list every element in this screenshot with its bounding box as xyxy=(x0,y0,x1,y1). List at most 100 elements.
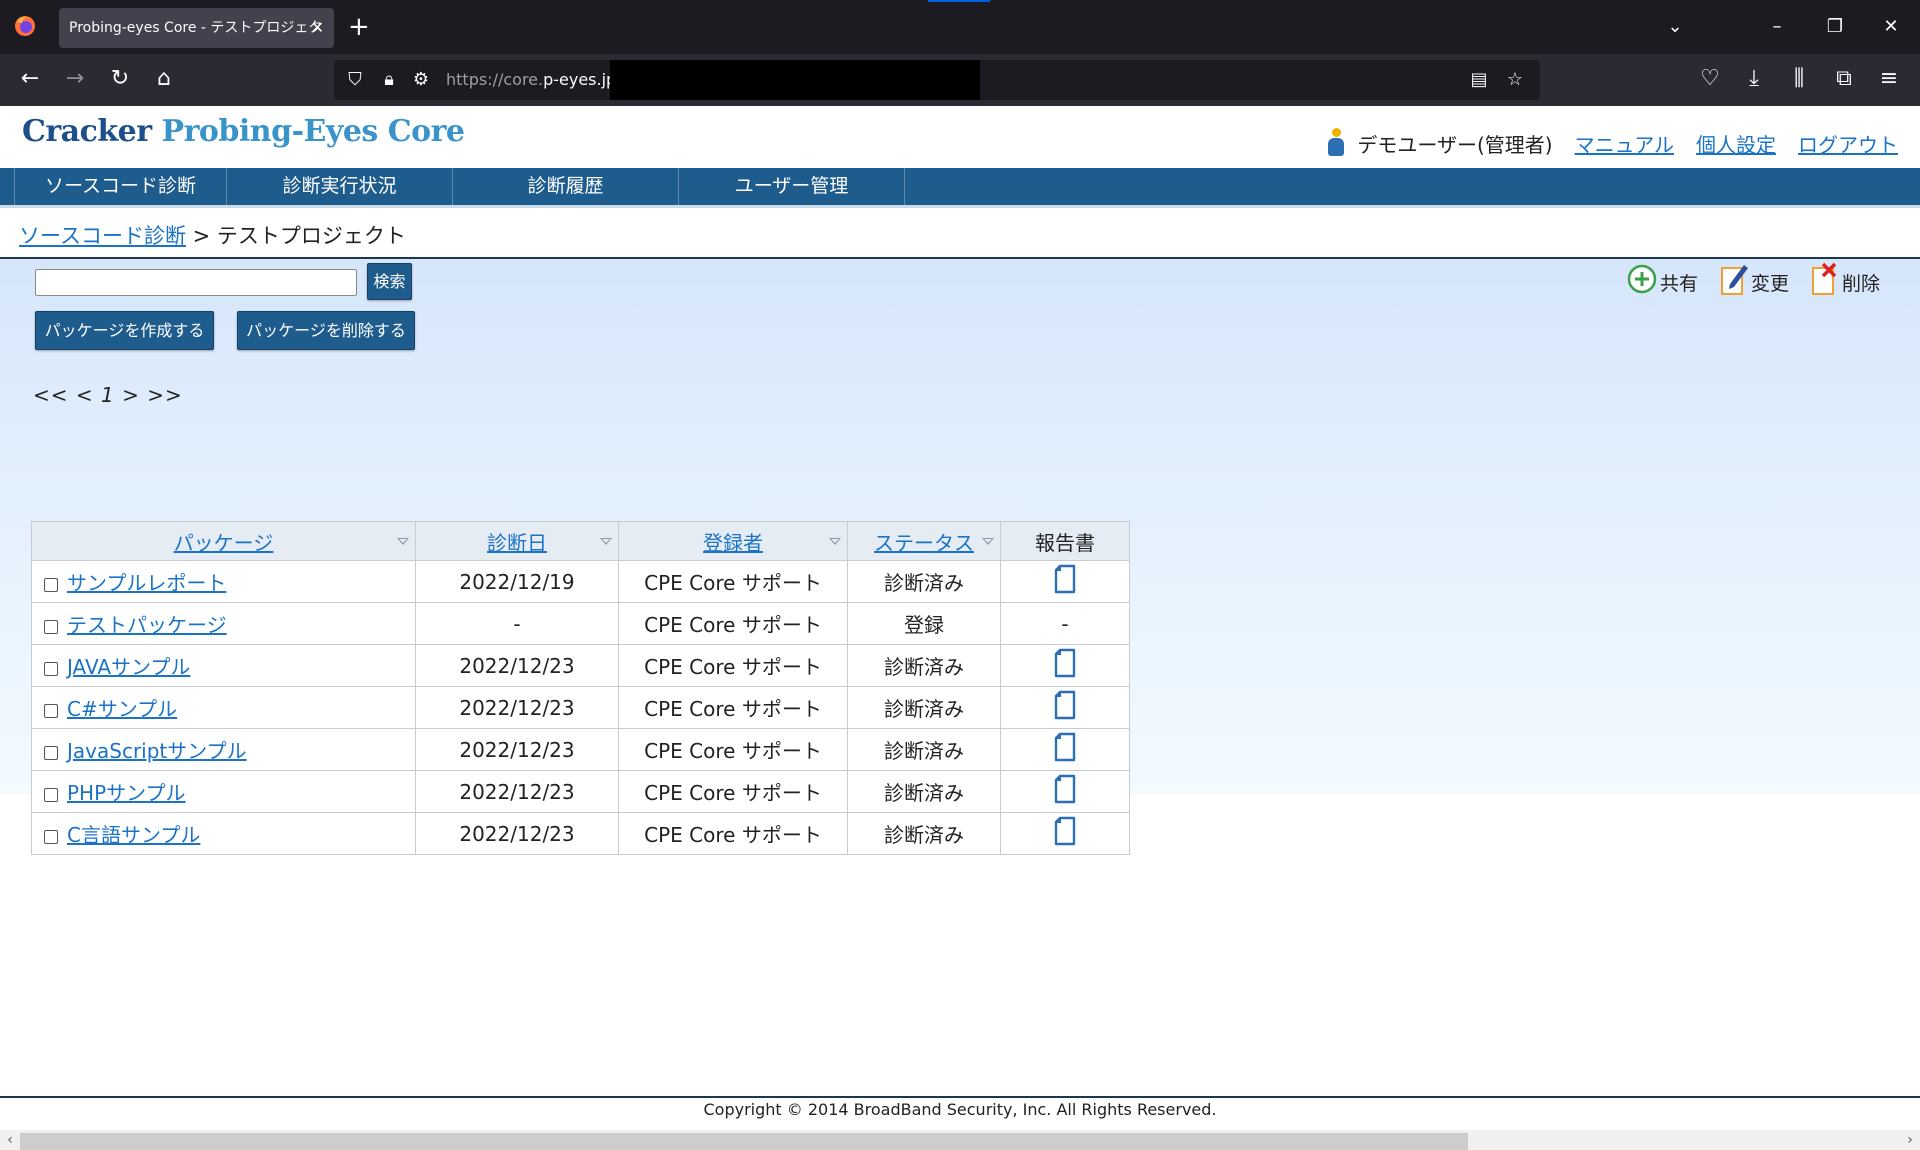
edit-action[interactable]: 変更 xyxy=(1720,262,1789,296)
logout-link[interactable]: ログアウト xyxy=(1798,129,1898,158)
share-action[interactable]: 共有 xyxy=(1627,262,1698,296)
forward-icon[interactable]: → xyxy=(59,64,91,94)
lock-icon[interactable]: 🔒︎ xyxy=(376,60,402,100)
reader-view-icon[interactable]: ▤ xyxy=(1466,60,1492,100)
search-input[interactable] xyxy=(35,269,357,296)
cell-report xyxy=(1000,644,1130,687)
search-button[interactable]: 検索 xyxy=(367,263,412,300)
row-checkbox[interactable] xyxy=(44,829,58,844)
minimize-icon[interactable]: – xyxy=(1762,12,1792,42)
package-link[interactable]: JAVAサンプル xyxy=(67,655,190,679)
restore-icon[interactable]: ❐ xyxy=(1820,12,1850,42)
action-bar: 共有 変更 削除 xyxy=(1605,262,1880,296)
menu-user-management[interactable]: ユーザー管理 xyxy=(679,168,905,205)
menu-source-code-diagnosis[interactable]: ソースコード診断 xyxy=(14,168,227,205)
plus-circle-icon xyxy=(1627,264,1657,294)
cell-package: C#サンプル xyxy=(31,686,416,729)
page: Cracker Probing-Eyes Core デモユーザー(管理者) マニ… xyxy=(0,106,1920,1150)
main-menu: ソースコード診断 診断実行状況 診断履歴 ユーザー管理 xyxy=(0,168,1920,208)
permissions-icon[interactable]: ⚙ xyxy=(408,60,434,100)
sort-arrow-icon[interactable] xyxy=(982,538,994,545)
menu-icon[interactable]: ≡ xyxy=(1873,64,1905,94)
cell-status: 診断済み xyxy=(847,728,1001,771)
cell-owner: CPE Core サポート xyxy=(618,812,848,855)
cell-owner: CPE Core サポート xyxy=(618,728,848,771)
table-row: サンプルレポート 2022/12/19 CPE Core サポート 診断済み xyxy=(31,560,1130,603)
report-document-icon[interactable] xyxy=(1053,648,1077,683)
row-checkbox[interactable] xyxy=(44,745,58,760)
footer-divider xyxy=(0,1096,1920,1098)
pager-first[interactable]: << xyxy=(33,383,69,407)
create-package-button[interactable]: パッケージを作成する xyxy=(35,311,214,350)
delete-icon xyxy=(1811,262,1837,295)
extensions-icon[interactable]: ⧉ xyxy=(1828,64,1860,94)
col-owner[interactable]: 登録者 xyxy=(618,521,848,561)
scroll-right-icon[interactable]: › xyxy=(1902,1130,1918,1150)
cell-date: 2022/12/23 xyxy=(415,644,619,687)
package-link[interactable]: PHPサンプル xyxy=(67,781,186,805)
browser-tab-active[interactable]: Probing-eyes Core - テストプロジェクト ✕ xyxy=(59,8,334,76)
row-checkbox[interactable] xyxy=(44,787,58,802)
manual-link[interactable]: マニュアル xyxy=(1575,129,1674,158)
list-tabs-icon[interactable]: ⌄ xyxy=(1660,12,1690,42)
brand-logo: Cracker Probing-Eyes Core xyxy=(22,114,465,149)
user-icon xyxy=(1327,128,1345,158)
pager-prev[interactable]: < xyxy=(76,383,94,407)
breadcrumb-link[interactable]: ソースコード診断 xyxy=(19,224,186,248)
horizontal-scrollbar[interactable]: ‹ › xyxy=(0,1130,1920,1150)
home-icon[interactable]: ⌂ xyxy=(148,64,180,94)
scrollbar-thumb[interactable] xyxy=(20,1133,1468,1150)
personal-settings-link[interactable]: 個人設定 xyxy=(1696,129,1776,158)
pocket-icon[interactable]: ♡ xyxy=(1694,64,1726,94)
report-document-icon[interactable] xyxy=(1053,690,1077,725)
delete-action[interactable]: 削除 xyxy=(1811,262,1880,296)
package-link[interactable]: JavaScriptサンプル xyxy=(67,739,247,763)
col-date[interactable]: 診断日 xyxy=(415,521,619,561)
package-link[interactable]: C言語サンプル xyxy=(67,823,200,847)
cell-report xyxy=(1000,728,1130,771)
report-document-icon[interactable] xyxy=(1053,732,1077,767)
back-icon[interactable]: ← xyxy=(14,64,46,94)
cell-status: 診断済み xyxy=(847,812,1001,855)
pager-next[interactable]: > xyxy=(122,383,140,407)
sort-arrow-icon[interactable] xyxy=(829,538,841,545)
bookmark-star-icon[interactable]: ☆ xyxy=(1502,60,1528,100)
window-close-icon[interactable]: ✕ xyxy=(1876,12,1906,42)
pager-last[interactable]: >> xyxy=(147,383,183,407)
downloads-icon[interactable]: ⤓ xyxy=(1738,64,1770,94)
tab-close-icon[interactable]: ✕ xyxy=(311,8,324,48)
report-document-icon[interactable] xyxy=(1053,564,1077,599)
package-link[interactable]: テストパッケージ xyxy=(67,613,227,637)
cell-package: PHPサンプル xyxy=(31,770,416,813)
new-tab-icon[interactable]: + xyxy=(348,12,370,42)
report-document-icon[interactable] xyxy=(1053,816,1077,851)
row-checkbox[interactable] xyxy=(44,661,58,676)
package-link[interactable]: サンプルレポート xyxy=(67,571,226,595)
url-bar[interactable]: ⛉ 🔒︎ ⚙ https://core.p-eyes.jp ▤ ☆ xyxy=(334,60,1540,100)
col-package[interactable]: パッケージ xyxy=(31,521,416,561)
breadcrumb-current: テストプロジェクト xyxy=(216,224,406,248)
library-icon[interactable]: ⫼ xyxy=(1783,64,1815,94)
cell-report xyxy=(1000,812,1130,855)
col-status[interactable]: ステータス xyxy=(847,521,1001,561)
row-checkbox[interactable] xyxy=(44,703,58,718)
menu-diagnosis-history[interactable]: 診断履歴 xyxy=(453,168,679,205)
browser-tab-bar: Probing-eyes Core - テストプロジェクト ✕ + ⌄ – ❐ … xyxy=(0,0,1920,76)
table-row: C#サンプル 2022/12/23 CPE Core サポート 診断済み xyxy=(31,686,1130,729)
shield-icon[interactable]: ⛉ xyxy=(342,60,368,100)
delete-package-button[interactable]: パッケージを削除する xyxy=(237,311,415,350)
col-report: 報告書 xyxy=(1000,521,1130,561)
sort-arrow-icon[interactable] xyxy=(600,538,612,545)
sort-arrow-icon[interactable] xyxy=(397,538,409,545)
pager: << < 1 > >> xyxy=(33,383,183,407)
package-link[interactable]: C#サンプル xyxy=(67,697,177,721)
row-checkbox[interactable] xyxy=(44,577,58,592)
cell-package: JavaScriptサンプル xyxy=(31,728,416,771)
cell-status: 診断済み xyxy=(847,686,1001,729)
row-checkbox[interactable] xyxy=(44,619,58,634)
cell-status: 登録 xyxy=(847,602,1001,645)
scroll-left-icon[interactable]: ‹ xyxy=(2,1130,18,1150)
menu-diagnosis-status[interactable]: 診断実行状況 xyxy=(227,168,453,205)
report-document-icon[interactable] xyxy=(1053,774,1077,809)
reload-icon[interactable]: ↻ xyxy=(104,64,136,94)
